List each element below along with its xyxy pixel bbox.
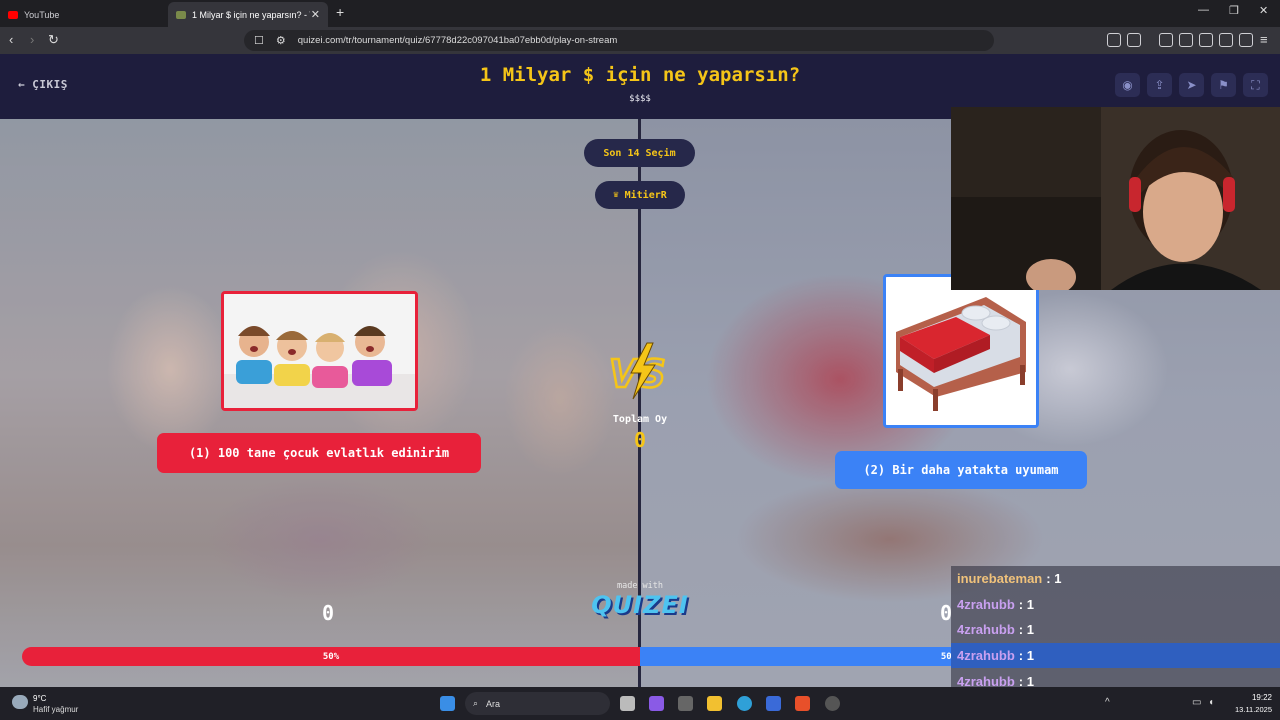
search-icon: ⌕ [473, 698, 479, 708]
clock-date[interactable]: 13.11.2025 [1222, 705, 1272, 714]
chat-text: : 1 [1018, 596, 1034, 612]
minimize-icon[interactable]: — [1198, 4, 1209, 16]
weather-temperature: 9°C [33, 694, 47, 703]
tab-youtube[interactable]: YouTube [0, 2, 165, 27]
send-icon[interactable]: ➤ [1179, 73, 1204, 97]
start-icon[interactable] [440, 696, 455, 711]
total-votes-value: 0 [633, 428, 647, 452]
streamer-badge: ♛ MitierR [595, 181, 685, 209]
round-badge: Son 14 Seçim [584, 139, 695, 167]
restore-icon[interactable]: ❐ [1229, 4, 1239, 17]
url-text: quizei.com/tr/tournament/quiz/67778d22c0… [297, 35, 618, 46]
weather-description: Hafif yağmur [33, 705, 79, 714]
chat-message: 4zrahubb: 1 [951, 642, 1280, 669]
volume-icon[interactable]: ◖ [1208, 697, 1214, 708]
clock-time[interactable]: 19:22 [1232, 693, 1272, 702]
address-bar[interactable]: ☐ ⚙ quizei.com/tr/tournament/quiz/67778d… [244, 30, 994, 51]
leo-icon[interactable] [1219, 33, 1233, 47]
new-tab-button[interactable]: + [336, 4, 344, 20]
chat-username: 4zrahubb [957, 622, 1015, 638]
edge-icon[interactable] [737, 696, 752, 711]
option-1-vote-count: 0 [322, 601, 335, 625]
bed-illustration [886, 277, 1036, 425]
wallet-icon[interactable] [1199, 33, 1213, 47]
tab-quizei[interactable]: 1 Milyar $ için ne yaparsın? - Tie ✕ [168, 2, 328, 27]
network-icon[interactable]: ▭ [1192, 697, 1201, 708]
brave-icon[interactable] [795, 696, 810, 711]
option-1-image[interactable] [221, 291, 418, 411]
share-icon[interactable]: ⇪ [1147, 73, 1172, 97]
tab-label: YouTube [24, 9, 60, 20]
close-tab-icon[interactable]: ✕ [311, 8, 320, 21]
reload-icon[interactable]: ↻ [48, 32, 59, 48]
sidebar-icon[interactable] [1179, 33, 1193, 47]
versus-icon: VS [605, 341, 675, 406]
children-photo [224, 294, 415, 408]
chat-text: : 1 [1018, 648, 1034, 664]
windows-taskbar [0, 687, 1280, 720]
chat-message: 4zrahubb: 1 [951, 617, 1280, 643]
youtube-icon [8, 10, 18, 19]
app-icon[interactable] [825, 696, 840, 711]
option-2-label[interactable]: (2) Bir daha yatakta uyumam [835, 451, 1087, 489]
chevron-up-icon[interactable]: ^ [1105, 697, 1110, 708]
streamer-webcam [951, 107, 1280, 290]
made-with-text: made with [616, 581, 664, 591]
quiz-subtitle: $$$$ [629, 94, 651, 104]
close-window-icon[interactable]: ✕ [1259, 4, 1268, 17]
webcam-feed [951, 107, 1280, 290]
chat-text: : 1 [1046, 571, 1062, 587]
chat-username: 4zrahubb [957, 596, 1015, 612]
chat-message: inurebateman: 1 [951, 566, 1280, 592]
eye-icon[interactable]: ◉ [1115, 73, 1140, 97]
copilot-icon[interactable] [649, 696, 664, 711]
menu-icon[interactable]: ≡ [1260, 32, 1268, 47]
chat-username: 4zrahubb [957, 648, 1015, 664]
extension-icon[interactable] [1127, 33, 1141, 47]
vpn-icon[interactable] [1239, 33, 1253, 47]
quizei-logo[interactable]: QUIZEI [590, 591, 690, 619]
store-icon[interactable] [766, 696, 781, 711]
flag-icon[interactable]: ⚑ [1211, 73, 1236, 97]
option-2-image[interactable] [883, 274, 1039, 428]
search-placeholder: Ara [486, 698, 501, 709]
total-votes-label: Toplam Oy [612, 414, 668, 425]
weather-icon[interactable] [12, 695, 28, 709]
streamer-name: MitierR [624, 189, 667, 201]
tab-label: 1 Milyar $ için ne yaparsın? - Tie [192, 9, 310, 20]
chat-username: inurebateman [957, 571, 1043, 587]
forward-icon[interactable]: › [30, 32, 34, 47]
chat-text: : 1 [1018, 622, 1034, 638]
fullscreen-icon[interactable]: ⛶ [1243, 73, 1268, 97]
quiz-title: 1 Milyar $ için ne yaparsın? [479, 64, 801, 86]
music-icon[interactable] [1159, 33, 1173, 47]
extension-icon[interactable] [1107, 33, 1121, 47]
bookmark-icon[interactable]: ☐ [254, 34, 264, 47]
option-1-percent-bar: 50% [22, 647, 640, 666]
site-info-icon[interactable]: ⚙ [276, 34, 286, 47]
app-icon[interactable] [678, 696, 693, 711]
taskbar-search[interactable]: ⌕ Ara [465, 692, 610, 715]
crown-icon: ♛ [613, 190, 619, 200]
file-explorer-icon[interactable] [707, 696, 722, 711]
option-1-label[interactable]: (1) 100 tane çocuk evlatlık edinirim [157, 433, 481, 473]
back-icon[interactable]: ‹ [9, 32, 13, 47]
quizei-favicon-icon [176, 10, 186, 19]
task-view-icon[interactable] [620, 696, 635, 711]
chat-message: 4zrahubb: 1 [951, 591, 1280, 618]
